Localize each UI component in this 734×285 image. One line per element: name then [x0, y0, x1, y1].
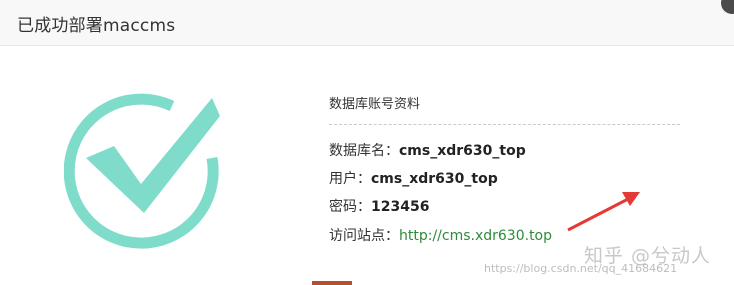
user-value: cms_xdr630_top [371, 171, 498, 187]
footer-accent-bar [312, 281, 352, 285]
password-value: 123456 [371, 199, 430, 215]
user-row: 用户：cms_xdr630_top [329, 168, 498, 188]
close-icon[interactable] [721, 0, 734, 14]
user-label: 用户： [329, 171, 371, 187]
db-info-heading: 数据库账号资料 [329, 97, 421, 112]
password-row: 密码：123456 [329, 196, 429, 216]
site-link[interactable]: http://cms.xdr630.top [399, 228, 552, 244]
red-arrow-annotation [560, 186, 650, 236]
site-label: 访问站点： [329, 228, 399, 244]
deploy-success-dialog: 已成功部署maccms 数据库账号资料 数据库名：cms_xdr630_top … [0, 0, 734, 285]
dialog-title: 已成功部署maccms [17, 16, 176, 36]
password-label: 密码： [329, 199, 371, 215]
site-row: 访问站点：http://cms.xdr630.top [329, 225, 552, 245]
dashed-divider [329, 124, 680, 125]
db-name-value: cms_xdr630_top [399, 143, 526, 159]
dialog-header: 已成功部署maccms [0, 0, 734, 46]
csdn-watermark: https://blog.csdn.net/qq_41684621 [484, 262, 678, 275]
db-info-panel: 数据库账号资料 [329, 93, 681, 113]
db-name-label: 数据库名： [329, 143, 399, 159]
db-name-row: 数据库名：cms_xdr630_top [329, 140, 526, 160]
check-circle-icon [63, 92, 234, 252]
